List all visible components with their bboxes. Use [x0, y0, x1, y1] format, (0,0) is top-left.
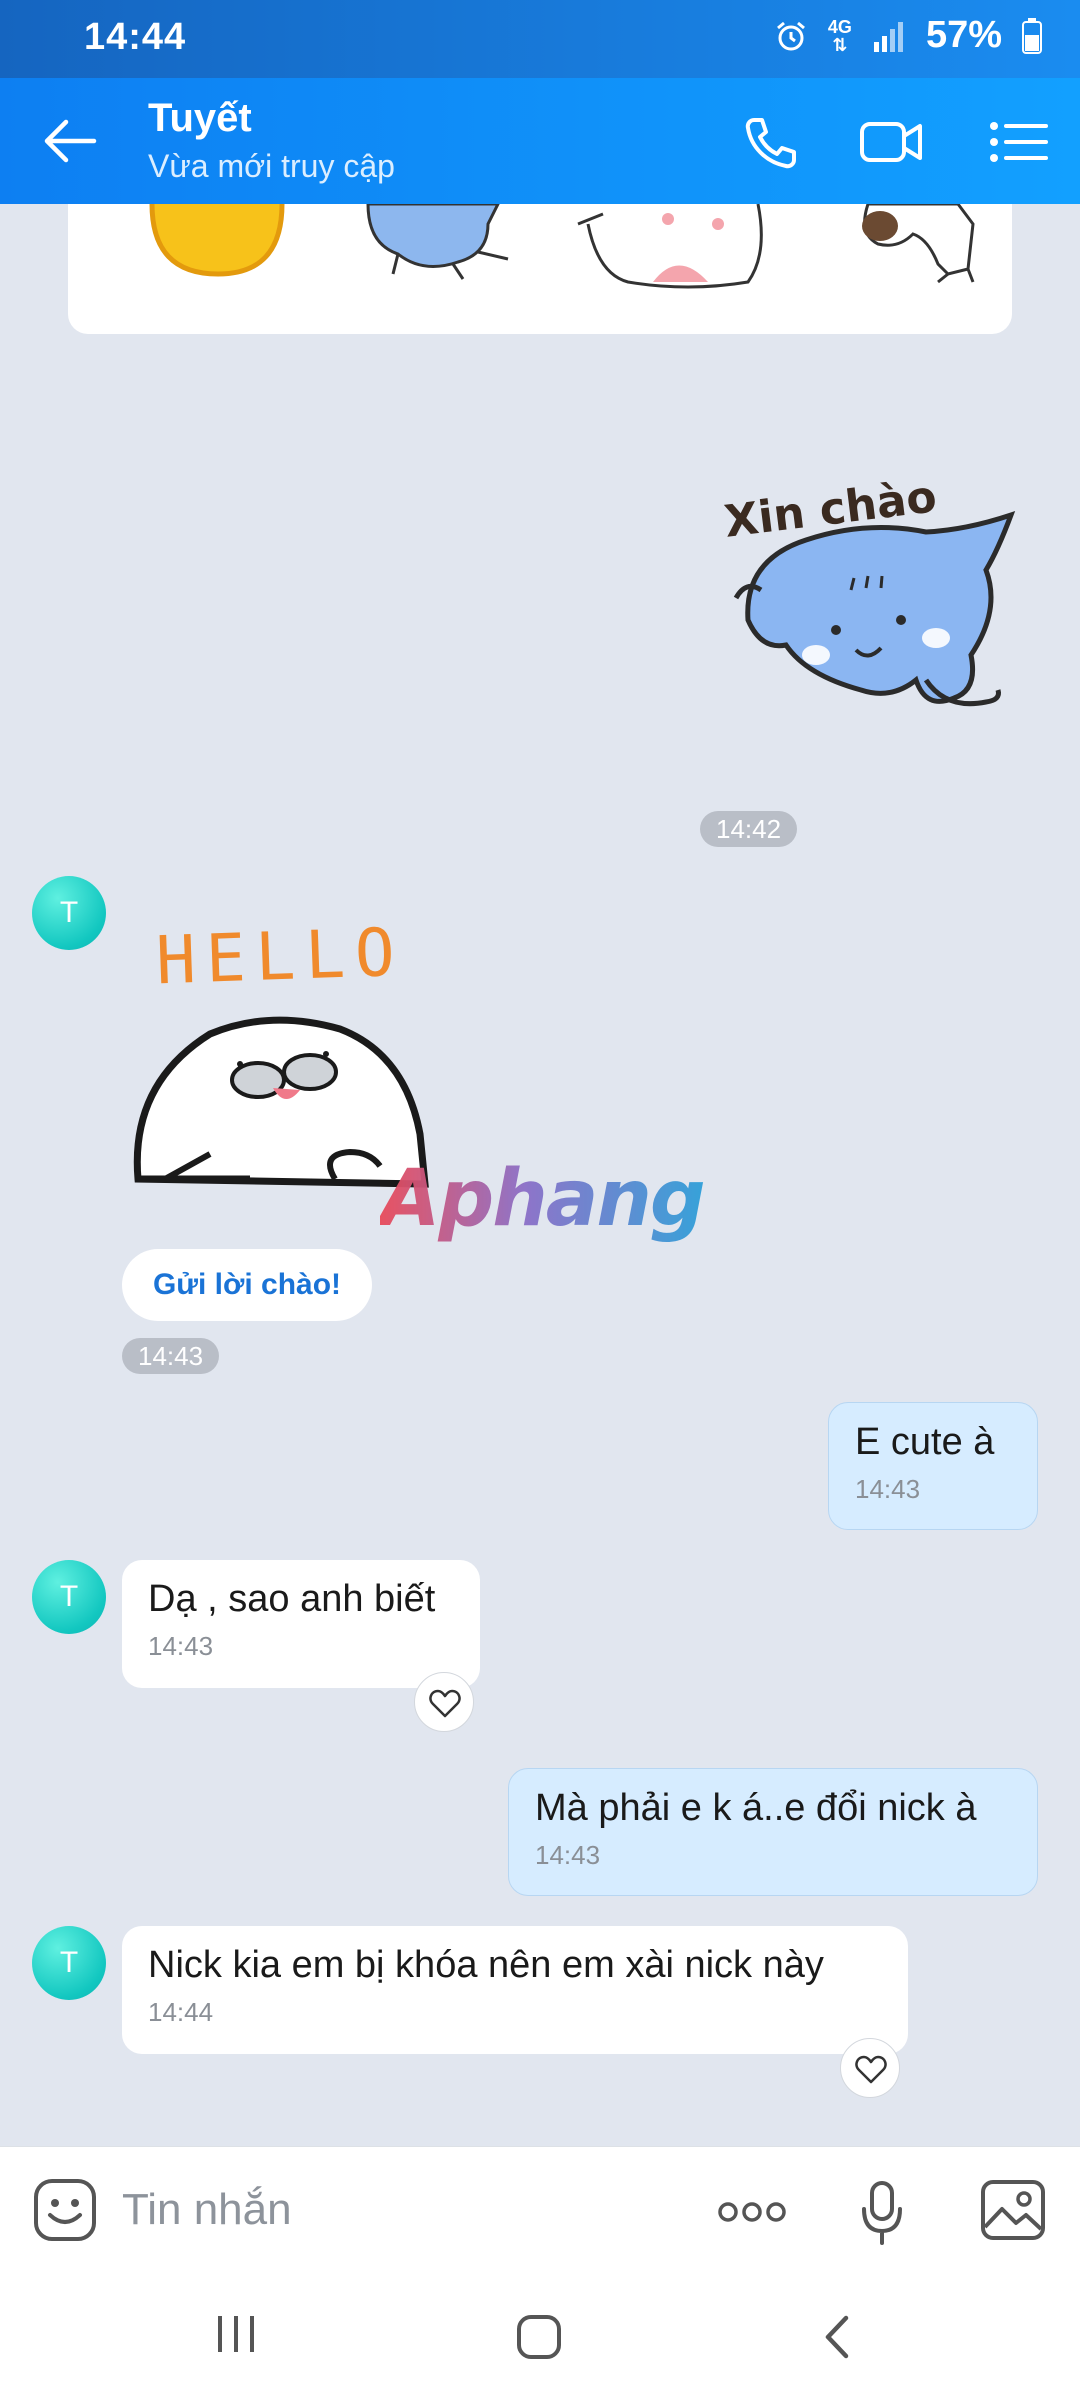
back-arrow-icon[interactable]: [40, 116, 100, 166]
message-text: Dạ , sao anh biết: [148, 1578, 436, 1620]
status-bar: 14:44 4G ⇅ 57%: [0, 0, 1080, 78]
message-input[interactable]: Tin nhắn: [122, 2185, 292, 2235]
timestamp-pill: 14:42: [700, 811, 798, 847]
nav-back-icon[interactable]: [822, 2314, 852, 2360]
microphone-icon[interactable]: [860, 2179, 904, 2247]
message-time: 14:43: [855, 1474, 921, 1504]
status-icons: 4G ⇅ 57%: [774, 14, 1042, 57]
chat-area[interactable]: Xin chào 14:42 T HELLO Aphang Gửi lời ch…: [0, 204, 1080, 2146]
message-text: E cute à: [855, 1421, 995, 1463]
sticker-suggestion-card[interactable]: [68, 204, 1012, 334]
message-input-bar: Tin nhắn: [0, 2146, 1080, 2276]
system-nav-bar: [0, 2276, 1080, 2400]
chat-header: Tuyết Vừa mới truy cập: [0, 78, 1080, 204]
outgoing-message-bubble[interactable]: Mà phải e k á..e đổi nick à 14:43: [508, 1768, 1038, 1896]
contact-name[interactable]: Tuyết: [148, 96, 252, 141]
contact-status: Vừa mới truy cập: [148, 148, 395, 184]
image-gallery-icon[interactable]: [980, 2179, 1046, 2241]
heart-icon: [429, 1689, 461, 1718]
recent-apps-icon[interactable]: [214, 2314, 258, 2354]
video-call-icon[interactable]: [858, 112, 924, 172]
battery-icon: [1022, 17, 1042, 54]
outgoing-sticker[interactable]: Xin chào: [716, 470, 1016, 760]
message-time: 14:43: [148, 1631, 214, 1661]
menu-list-icon[interactable]: [986, 112, 1052, 172]
incoming-message-bubble[interactable]: Nick kia em bị khóa nên em xài nick này …: [122, 1926, 908, 2054]
sticker-suggestion-images: [149, 204, 975, 289]
heart-icon: [855, 2055, 887, 2084]
watermark-logo: Aphang: [380, 1154, 706, 1244]
send-greeting-button[interactable]: Gửi lời chào!: [122, 1249, 372, 1321]
timestamp-pill: 14:43: [122, 1338, 220, 1374]
message-text: Nick kia em bị khóa nên em xài nick này: [148, 1944, 824, 1986]
phone-icon[interactable]: [736, 112, 802, 172]
contact-avatar[interactable]: T: [32, 876, 106, 950]
emoji-sticker-icon[interactable]: [32, 2177, 98, 2243]
home-icon[interactable]: [516, 2314, 562, 2360]
outgoing-message-bubble[interactable]: E cute à 14:43: [828, 1402, 1038, 1530]
contact-avatar[interactable]: T: [32, 1926, 106, 2000]
battery-percent: 57%: [925, 14, 1002, 56]
alarm-icon: [776, 21, 805, 50]
react-heart-button[interactable]: [840, 2038, 900, 2098]
message-time: 14:44: [148, 1997, 214, 2027]
network-type: 4G ⇅: [827, 16, 852, 55]
contact-avatar[interactable]: T: [32, 1560, 106, 1634]
more-options-icon[interactable]: [716, 2197, 788, 2227]
incoming-message-bubble[interactable]: Dạ , sao anh biết 14:43: [122, 1560, 480, 1688]
status-time: 14:44: [84, 16, 187, 58]
signal-icon: [873, 21, 903, 52]
message-text: Mà phải e k á..e đổi nick à: [535, 1787, 977, 1829]
react-heart-button[interactable]: [414, 1672, 474, 1732]
message-time: 14:43: [535, 1840, 601, 1870]
